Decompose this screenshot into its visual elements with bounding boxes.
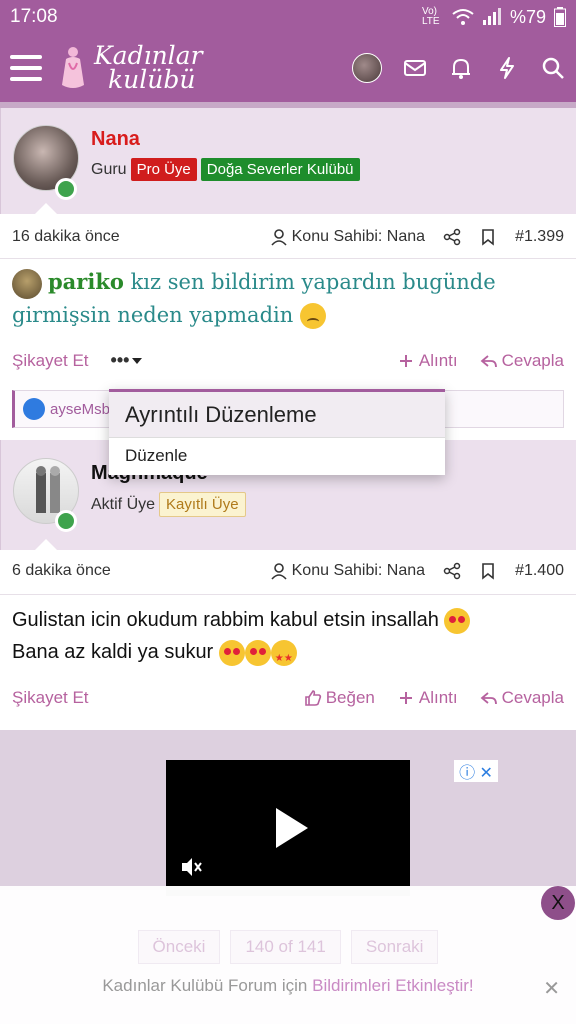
mail-icon[interactable]: [402, 55, 428, 81]
online-indicator: [55, 510, 77, 532]
caret-down-icon: [132, 357, 143, 364]
report-link[interactable]: Şikayet Et: [12, 688, 89, 708]
site-logo[interactable]: Kadınlar kulübü: [58, 41, 203, 94]
heart-eyes-emoji-icon: [444, 607, 471, 634]
reply-button[interactable]: Cevapla: [480, 688, 564, 708]
meta-divider: [0, 258, 576, 259]
reply-icon: [480, 354, 497, 367]
plus-icon: [399, 692, 412, 704]
close-ad-button[interactable]: X: [541, 886, 575, 920]
next-page-button[interactable]: Sonraki: [350, 930, 439, 964]
post-actions: Şikayet Et ••• Alıntı Cevapla: [12, 350, 564, 371]
online-indicator: [55, 178, 77, 200]
reply-button[interactable]: Cevapla: [480, 351, 564, 371]
bell-icon[interactable]: [448, 55, 474, 81]
ad-video[interactable]: [166, 760, 410, 888]
quote-button[interactable]: Alıntı: [397, 688, 458, 708]
app-header: Kadınlar kulübü: [0, 34, 576, 102]
quote-button[interactable]: Alıntı: [397, 351, 458, 371]
plus-icon: [399, 354, 412, 367]
reply-icon: [480, 692, 497, 705]
report-link[interactable]: Şikayet Et: [12, 351, 89, 371]
post-number[interactable]: #1.400: [515, 562, 564, 580]
post-actions: Şikayet Et Beğen Alıntı Cevapla: [12, 688, 564, 708]
header-actions: [352, 53, 566, 83]
prev-page-button[interactable]: Önceki: [137, 930, 221, 964]
system-indicators: Vo) LTE %79: [422, 7, 566, 28]
mention-avatar: [12, 268, 42, 299]
search-icon[interactable]: [540, 55, 566, 81]
notification-prompt: Kadınlar Kulübü Forum için Bildirimleri …: [102, 976, 474, 995]
post-author-block: Nana Guru Pro Üye Doğa Severler Kulübü: [0, 108, 576, 214]
post-meta: 6 dakika önce Konu Sahibi: Nana #1.400: [12, 562, 564, 580]
like-reaction-icon: [23, 398, 45, 420]
more-options-button[interactable]: •••: [111, 350, 144, 371]
logo-figure-icon: [62, 47, 84, 88]
battery-icon: [554, 7, 566, 27]
post-number[interactable]: #1.399: [515, 228, 564, 246]
status-bar: 17:08 Vo) LTE %79: [0, 0, 576, 34]
frown-emoji-icon: [299, 303, 326, 329]
author-role: Guru: [91, 160, 127, 178]
post-time[interactable]: 16 dakika önce: [12, 228, 270, 246]
heart-eyes-emoji-icon: [218, 639, 245, 666]
message-line-2: Bana az kaldi ya sukur: [12, 641, 214, 663]
author-badges: Aktif Üye Kayıtlı Üye: [91, 492, 246, 517]
author-username[interactable]: Nana: [91, 128, 140, 151]
menu-item-edit[interactable]: Düzenle: [109, 438, 445, 475]
clock: 17:08: [10, 6, 58, 27]
post-time[interactable]: 6 dakika önce: [12, 562, 270, 580]
logo-text: Kadınlar kulübü: [94, 41, 203, 94]
user-icon: [271, 563, 287, 580]
message-line-1: Gulistan icin okudum rabbim kabul etsin …: [12, 609, 439, 631]
like-button[interactable]: Beğen: [304, 688, 375, 708]
reaction-user[interactable]: ayseMsb: [50, 401, 110, 418]
thumbs-up-icon: [304, 690, 321, 706]
dismiss-notification-icon[interactable]: ✕: [543, 976, 560, 1001]
pagination: Önceki 140 of 141 Sonraki: [0, 930, 576, 964]
post-message: Gulistan icin okudum rabbim kabul etsin …: [12, 604, 564, 675]
share-icon[interactable]: [443, 228, 461, 246]
author-badges: Guru Pro Üye Doğa Severler Kulübü: [91, 158, 360, 181]
user-avatar[interactable]: [352, 53, 382, 83]
menu-icon[interactable]: [10, 55, 42, 81]
more-options-menu: Ayrıntılı Düzenleme Düzenle: [109, 389, 445, 475]
user-icon: [271, 229, 287, 246]
badge-club[interactable]: Doğa Severler Kulübü: [200, 158, 360, 181]
post-body: 6 dakika önce Konu Sahibi: Nana #1.400 G…: [0, 550, 576, 730]
author-pointer: [35, 539, 57, 550]
badge-registered[interactable]: Kayıtlı Üye: [159, 492, 246, 517]
post-message: pariko kız sen bildirim yapardın bugünde…: [12, 266, 564, 331]
battery-level: %79: [509, 6, 546, 27]
wifi-icon: [452, 9, 474, 25]
mention-user[interactable]: pariko: [48, 269, 124, 294]
enable-notifications-link[interactable]: Bildirimleri Etkinleştir!: [312, 976, 474, 995]
topic-owner: Konu Sahibi: Nana: [270, 228, 425, 246]
ad-close-button[interactable]: ⓘ ✕: [454, 760, 498, 782]
bookmark-icon[interactable]: [479, 228, 497, 246]
volte-indicator: Vo) LTE: [421, 6, 440, 27]
share-icon[interactable]: [443, 562, 461, 580]
meta-divider: [0, 594, 576, 595]
play-icon[interactable]: [276, 808, 308, 848]
author-role: Aktif Üye: [91, 495, 156, 513]
author-pointer: [35, 203, 57, 214]
topic-owner: Konu Sahibi: Nana: [270, 562, 425, 580]
menu-item-advanced-edit[interactable]: Ayrıntılı Düzenleme: [109, 392, 445, 438]
badge-pro[interactable]: Pro Üye: [130, 158, 197, 181]
current-page[interactable]: 140 of 141: [230, 930, 341, 964]
post-meta: 16 dakika önce Konu Sahibi: Nana #1.399: [12, 228, 564, 246]
signal-icon: [482, 8, 501, 25]
heart-eyes-emoji-icon: [244, 639, 271, 666]
star-struck-emoji-icon: [270, 639, 297, 675]
mute-icon[interactable]: [180, 856, 204, 878]
lightning-icon[interactable]: [494, 55, 520, 81]
bookmark-icon[interactable]: [479, 562, 497, 580]
